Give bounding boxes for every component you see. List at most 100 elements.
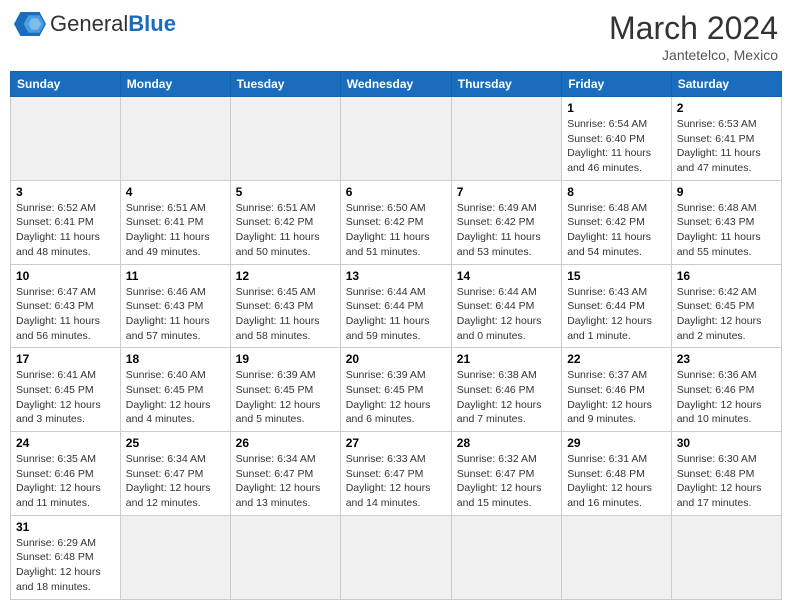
day-info: Sunrise: 6:36 AM Sunset: 6:46 PM Dayligh… [677,368,776,427]
day-info: Sunrise: 6:33 AM Sunset: 6:47 PM Dayligh… [346,452,446,511]
day-info: Sunrise: 6:45 AM Sunset: 6:43 PM Dayligh… [236,285,335,344]
calendar-cell: 19Sunrise: 6:39 AM Sunset: 6:45 PM Dayli… [230,348,340,432]
location-subtitle: Jantetelco, Mexico [609,47,778,63]
day-number: 30 [677,436,776,450]
calendar-table: SundayMondayTuesdayWednesdayThursdayFrid… [10,71,782,600]
day-number: 5 [236,185,335,199]
calendar-cell: 15Sunrise: 6:43 AM Sunset: 6:44 PM Dayli… [562,264,672,348]
calendar-cell [671,515,781,599]
week-row-3: 10Sunrise: 6:47 AM Sunset: 6:43 PM Dayli… [11,264,782,348]
day-number: 3 [16,185,115,199]
day-info: Sunrise: 6:34 AM Sunset: 6:47 PM Dayligh… [236,452,335,511]
day-number: 20 [346,352,446,366]
day-info: Sunrise: 6:30 AM Sunset: 6:48 PM Dayligh… [677,452,776,511]
day-number: 2 [677,101,776,115]
calendar-cell: 25Sunrise: 6:34 AM Sunset: 6:47 PM Dayli… [120,432,230,516]
calendar-cell: 27Sunrise: 6:33 AM Sunset: 6:47 PM Dayli… [340,432,451,516]
day-header-friday: Friday [562,72,672,97]
calendar-cell: 2 Sunrise: 6:53 AM Sunset: 6:41 PM Daylig… [671,97,781,181]
day-number: 31 [16,520,115,534]
day-info: Sunrise: 6:49 AM Sunset: 6:42 PM Dayligh… [457,201,556,260]
calendar-cell: 12 Sunrise: 6:45 AM Sunset: 6:43 PM Dayli… [230,264,340,348]
day-info: Sunrise: 6:44 AM Sunset: 6:44 PM Dayligh… [457,285,556,344]
day-info: Sunrise: 6:39 AM Sunset: 6:45 PM Dayligh… [236,368,335,427]
day-number: 18 [126,352,225,366]
calendar-cell: 10Sunrise: 6:47 AM Sunset: 6:43 PM Dayli… [11,264,121,348]
day-info: Sunrise: 6:43 AM Sunset: 6:44 PM Dayligh… [567,285,666,344]
calendar-cell [340,97,451,181]
day-info: Sunrise: 6:48 AM Sunset: 6:42 PM Dayligh… [567,201,666,260]
day-info: Sunrise: 6:54 AM Sunset: 6:40 PM Dayligh… [567,117,666,176]
day-number: 1 [567,101,666,115]
calendar-cell: 23 Sunrise: 6:36 AM Sunset: 6:46 PM Dayli… [671,348,781,432]
calendar-cell: 1 Sunrise: 6:54 AM Sunset: 6:40 PM Daylig… [562,97,672,181]
day-header-thursday: Thursday [451,72,561,97]
day-number: 9 [677,185,776,199]
day-info: Sunrise: 6:35 AM Sunset: 6:46 PM Dayligh… [16,452,115,511]
day-number: 4 [126,185,225,199]
day-info: Sunrise: 6:51 AM Sunset: 6:41 PM Dayligh… [126,201,225,260]
calendar-cell: 11 Sunrise: 6:46 AM Sunset: 6:43 PM Dayli… [120,264,230,348]
calendar-body: 1 Sunrise: 6:54 AM Sunset: 6:40 PM Daylig… [11,97,782,600]
calendar-cell: 9 Sunrise: 6:48 AM Sunset: 6:43 PM Daylig… [671,180,781,264]
day-number: 26 [236,436,335,450]
calendar-cell [451,97,561,181]
day-info: Sunrise: 6:41 AM Sunset: 6:45 PM Dayligh… [16,368,115,427]
day-number: 10 [16,269,115,283]
page-header: GeneralBlue March 2024 Jantetelco, Mexic… [10,10,782,63]
day-info: Sunrise: 6:31 AM Sunset: 6:48 PM Dayligh… [567,452,666,511]
calendar-cell: 3Sunrise: 6:52 AM Sunset: 6:41 PM Daylig… [11,180,121,264]
calendar-cell: 30 Sunrise: 6:30 AM Sunset: 6:48 PM Dayli… [671,432,781,516]
day-info: Sunrise: 6:38 AM Sunset: 6:46 PM Dayligh… [457,368,556,427]
calendar-cell: 26 Sunrise: 6:34 AM Sunset: 6:47 PM Dayli… [230,432,340,516]
calendar-cell: 18 Sunrise: 6:40 AM Sunset: 6:45 PM Dayli… [120,348,230,432]
calendar-cell: 21 Sunrise: 6:38 AM Sunset: 6:46 PM Dayli… [451,348,561,432]
day-number: 25 [126,436,225,450]
day-number: 17 [16,352,115,366]
calendar-cell [11,97,121,181]
day-info: Sunrise: 6:37 AM Sunset: 6:46 PM Dayligh… [567,368,666,427]
day-number: 11 [126,269,225,283]
day-info: Sunrise: 6:48 AM Sunset: 6:43 PM Dayligh… [677,201,776,260]
week-row-2: 3Sunrise: 6:52 AM Sunset: 6:41 PM Daylig… [11,180,782,264]
day-info: Sunrise: 6:40 AM Sunset: 6:45 PM Dayligh… [126,368,225,427]
calendar-cell [451,515,561,599]
logo: GeneralBlue [14,10,176,38]
day-info: Sunrise: 6:29 AM Sunset: 6:48 PM Dayligh… [16,536,115,595]
day-header-sunday: Sunday [11,72,121,97]
day-info: Sunrise: 6:51 AM Sunset: 6:42 PM Dayligh… [236,201,335,260]
day-number: 7 [457,185,556,199]
day-info: Sunrise: 6:39 AM Sunset: 6:45 PM Dayligh… [346,368,446,427]
calendar-cell: 7 Sunrise: 6:49 AM Sunset: 6:42 PM Daylig… [451,180,561,264]
week-row-6: 31 Sunrise: 6:29 AM Sunset: 6:48 PM Dayli… [11,515,782,599]
calendar-cell: 4 Sunrise: 6:51 AM Sunset: 6:41 PM Daylig… [120,180,230,264]
day-info: Sunrise: 6:42 AM Sunset: 6:45 PM Dayligh… [677,285,776,344]
day-header-saturday: Saturday [671,72,781,97]
day-number: 12 [236,269,335,283]
days-of-week-row: SundayMondayTuesdayWednesdayThursdayFrid… [11,72,782,97]
day-number: 23 [677,352,776,366]
day-header-tuesday: Tuesday [230,72,340,97]
calendar-cell: 13Sunrise: 6:44 AM Sunset: 6:44 PM Dayli… [340,264,451,348]
calendar-cell [230,97,340,181]
day-number: 22 [567,352,666,366]
calendar-cell: 5 Sunrise: 6:51 AM Sunset: 6:42 PM Daylig… [230,180,340,264]
day-number: 8 [567,185,666,199]
day-number: 28 [457,436,556,450]
day-info: Sunrise: 6:50 AM Sunset: 6:42 PM Dayligh… [346,201,446,260]
day-header-wednesday: Wednesday [340,72,451,97]
month-title: March 2024 [609,10,778,47]
day-number: 14 [457,269,556,283]
calendar-cell: 24 Sunrise: 6:35 AM Sunset: 6:46 PM Dayli… [11,432,121,516]
logo-text: GeneralBlue [50,11,176,37]
week-row-1: 1 Sunrise: 6:54 AM Sunset: 6:40 PM Daylig… [11,97,782,181]
day-number: 21 [457,352,556,366]
day-info: Sunrise: 6:46 AM Sunset: 6:43 PM Dayligh… [126,285,225,344]
day-number: 29 [567,436,666,450]
day-info: Sunrise: 6:53 AM Sunset: 6:41 PM Dayligh… [677,117,776,176]
calendar-header: SundayMondayTuesdayWednesdayThursdayFrid… [11,72,782,97]
calendar-title-block: March 2024 Jantetelco, Mexico [609,10,778,63]
day-number: 24 [16,436,115,450]
calendar-cell: 16Sunrise: 6:42 AM Sunset: 6:45 PM Dayli… [671,264,781,348]
calendar-cell: 8 Sunrise: 6:48 AM Sunset: 6:42 PM Daylig… [562,180,672,264]
